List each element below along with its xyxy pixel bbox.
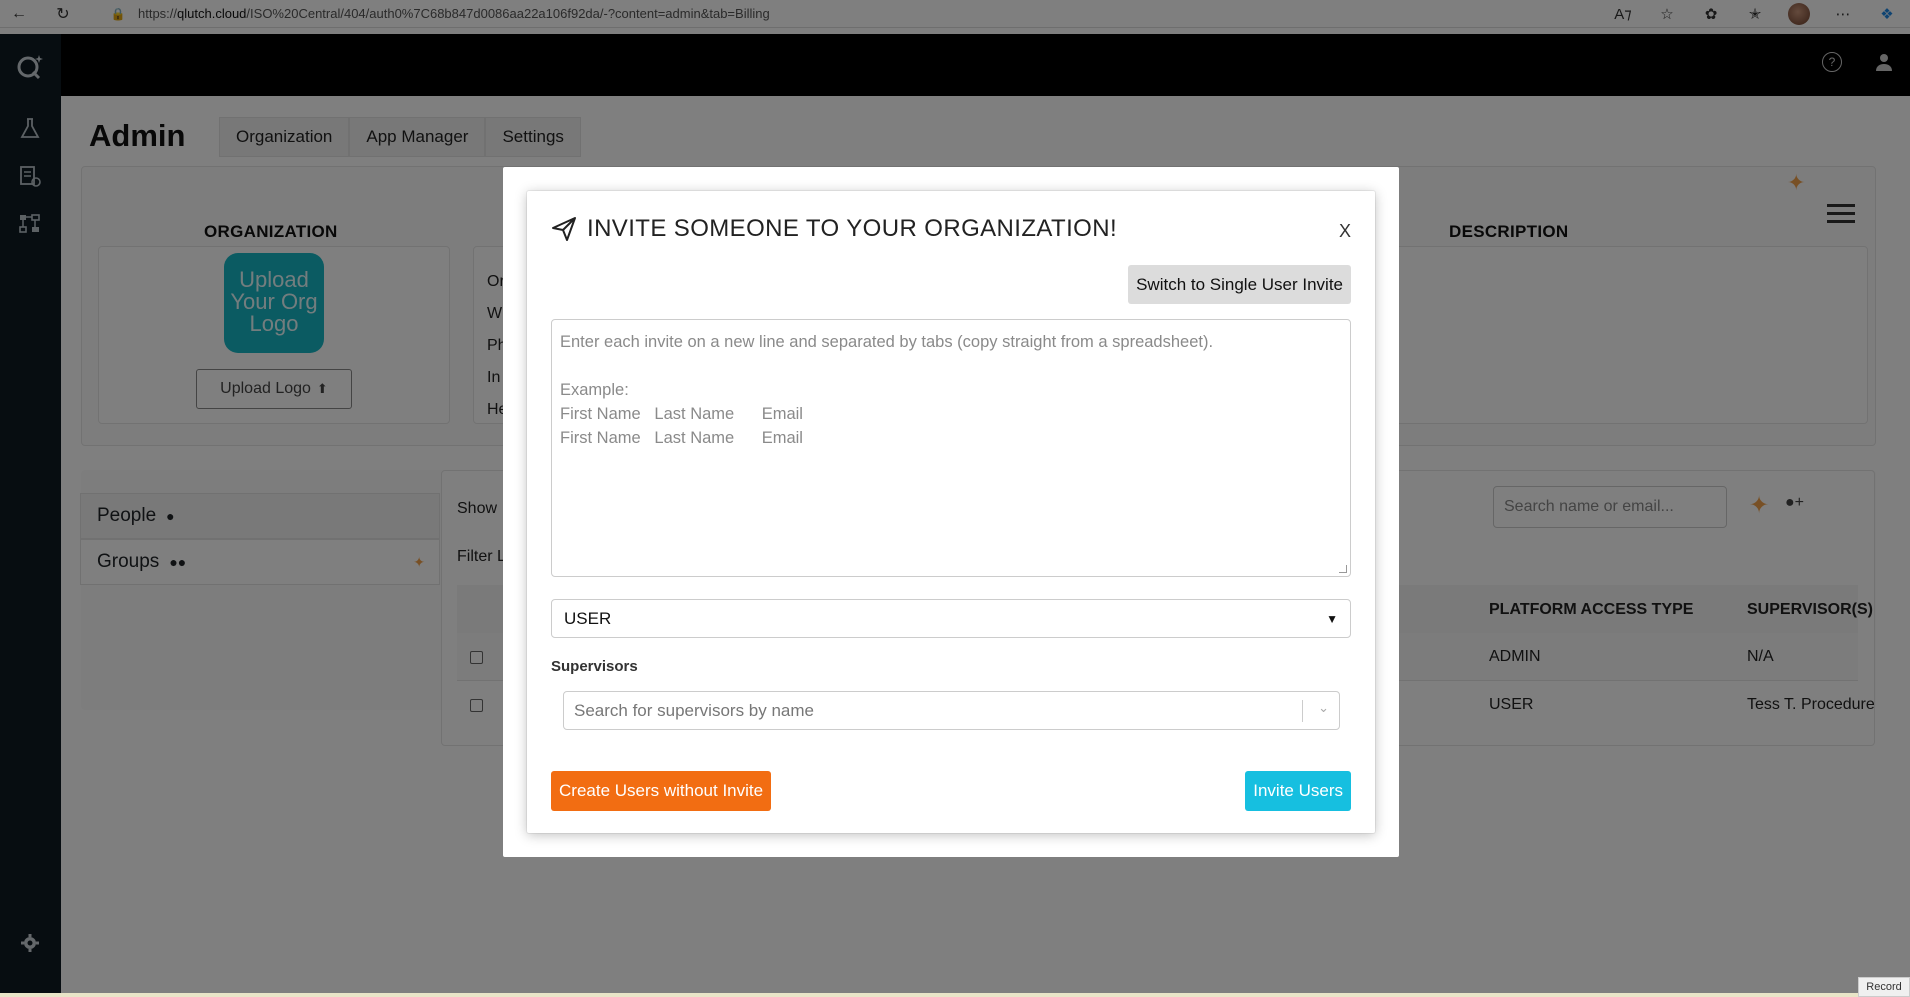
invite-modal: INVITE SOMEONE TO YOUR ORGANIZATION! X S… [527,191,1375,833]
role-select[interactable]: USER ▼ [551,599,1351,638]
switch-single-invite-button[interactable]: Switch to Single User Invite [1128,265,1351,304]
chevron-down-icon[interactable]: ⌄ [1318,700,1329,716]
supervisors-placeholder: Search for supervisors by name [574,700,814,720]
chevron-down-icon: ▼ [1326,611,1338,626]
supervisors-search-input[interactable]: Search for supervisors by name ⌄ [563,691,1340,730]
placeholder-line: First Name Last Name Email [560,405,803,423]
placeholder-line: Example: [560,381,629,399]
role-select-value: USER [564,608,612,628]
create-users-without-invite-button[interactable]: Create Users without Invite [551,771,772,811]
invite-users-button[interactable]: Invite Users [1245,771,1351,811]
placeholder-line: Enter each invite on a new line and sepa… [560,333,1214,351]
supervisors-label: Supervisors [551,658,638,675]
bulk-invite-textarea[interactable]: Enter each invite on a new line and sepa… [551,319,1351,577]
modal-title-text: INVITE SOMEONE TO YOUR ORGANIZATION! [587,215,1118,242]
modal-title: INVITE SOMEONE TO YOUR ORGANIZATION! [551,215,1117,243]
resize-handle[interactable] [1339,565,1347,573]
placeholder-line [560,354,1342,378]
record-button[interactable]: Record [1858,977,1910,997]
placeholder-line: First Name Last Name Email [560,429,803,447]
footer-strip [0,993,1858,997]
close-button[interactable]: X [1339,221,1351,242]
paper-plane-icon [552,217,576,241]
select-separator [1302,700,1303,722]
